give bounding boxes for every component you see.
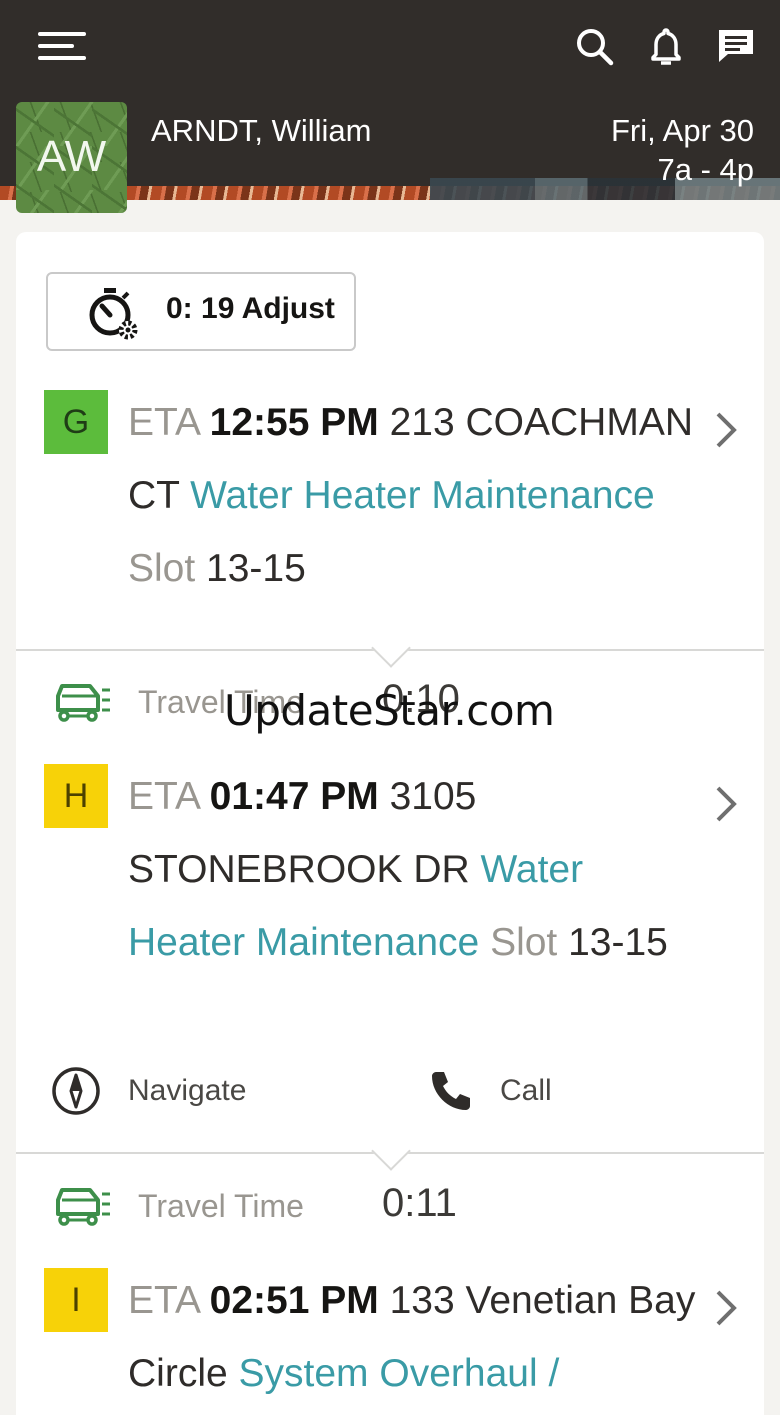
adjust-time-button[interactable]: 0: 19 Adjust: [46, 272, 356, 351]
travel-time-value: 0:11: [382, 1181, 457, 1225]
call-label: Call: [500, 1074, 552, 1107]
chevron-right-icon[interactable]: [712, 1288, 742, 1328]
avatar[interactable]: AW: [16, 102, 127, 213]
stopwatch-gear-icon: [89, 288, 138, 340]
eta-label: ETA: [128, 775, 199, 818]
travel-time-label: Travel Time: [138, 1188, 304, 1224]
chat-icon[interactable]: [716, 26, 756, 66]
search-icon[interactable]: [574, 26, 614, 66]
schedule-date: Fri, Apr 30: [611, 113, 754, 148]
truck-icon: [56, 1188, 110, 1226]
slot-label: Slot: [128, 547, 196, 590]
compass-icon: [52, 1067, 100, 1115]
navigate-label: Navigate: [128, 1074, 247, 1107]
truck-icon: [56, 684, 110, 722]
activity-item[interactable]: ETA 12:55 PM 213 COACHMAN CT Water Heate…: [128, 386, 698, 605]
activity-badge: I: [44, 1268, 108, 1332]
activity-type[interactable]: Water Heater Maintenance: [190, 474, 655, 517]
eta-time: 12:55 PM: [209, 401, 379, 444]
activity-type[interactable]: System Overhaul /: [239, 1352, 560, 1395]
eta-time: 02:51 PM: [209, 1279, 379, 1322]
bell-icon[interactable]: [646, 26, 686, 66]
slot-value: 13-15: [206, 547, 306, 590]
chevron-right-icon[interactable]: [712, 410, 742, 450]
activity-item[interactable]: ETA 02:51 PM 133 Venetian Bay Circle Sys…: [128, 1264, 698, 1410]
adjust-time-label: 0: 19 Adjust: [166, 292, 335, 325]
activity-item[interactable]: ETA 01:47 PM 3105 STONEBROOK DR Water He…: [128, 760, 698, 979]
shift-hours: 7a - 4p: [657, 152, 754, 187]
watermark: UpdateStar.com: [224, 686, 555, 735]
user-name: ARNDT, William: [151, 113, 372, 148]
eta-label: ETA: [128, 401, 199, 444]
slot-label: Slot: [490, 921, 558, 964]
slot-value: 13-15: [568, 921, 668, 964]
phone-icon: [432, 1072, 470, 1110]
navigate-button[interactable]: Navigate: [50, 1064, 246, 1118]
hamburger-menu-icon[interactable]: [38, 32, 86, 62]
eta-label: ETA: [128, 1279, 199, 1322]
call-button[interactable]: Call: [428, 1064, 552, 1118]
avatar-initials: AW: [36, 132, 107, 181]
activity-badge: H: [44, 764, 108, 828]
eta-time: 01:47 PM: [209, 775, 379, 818]
chevron-right-icon[interactable]: [712, 784, 742, 824]
activity-badge: G: [44, 390, 108, 454]
